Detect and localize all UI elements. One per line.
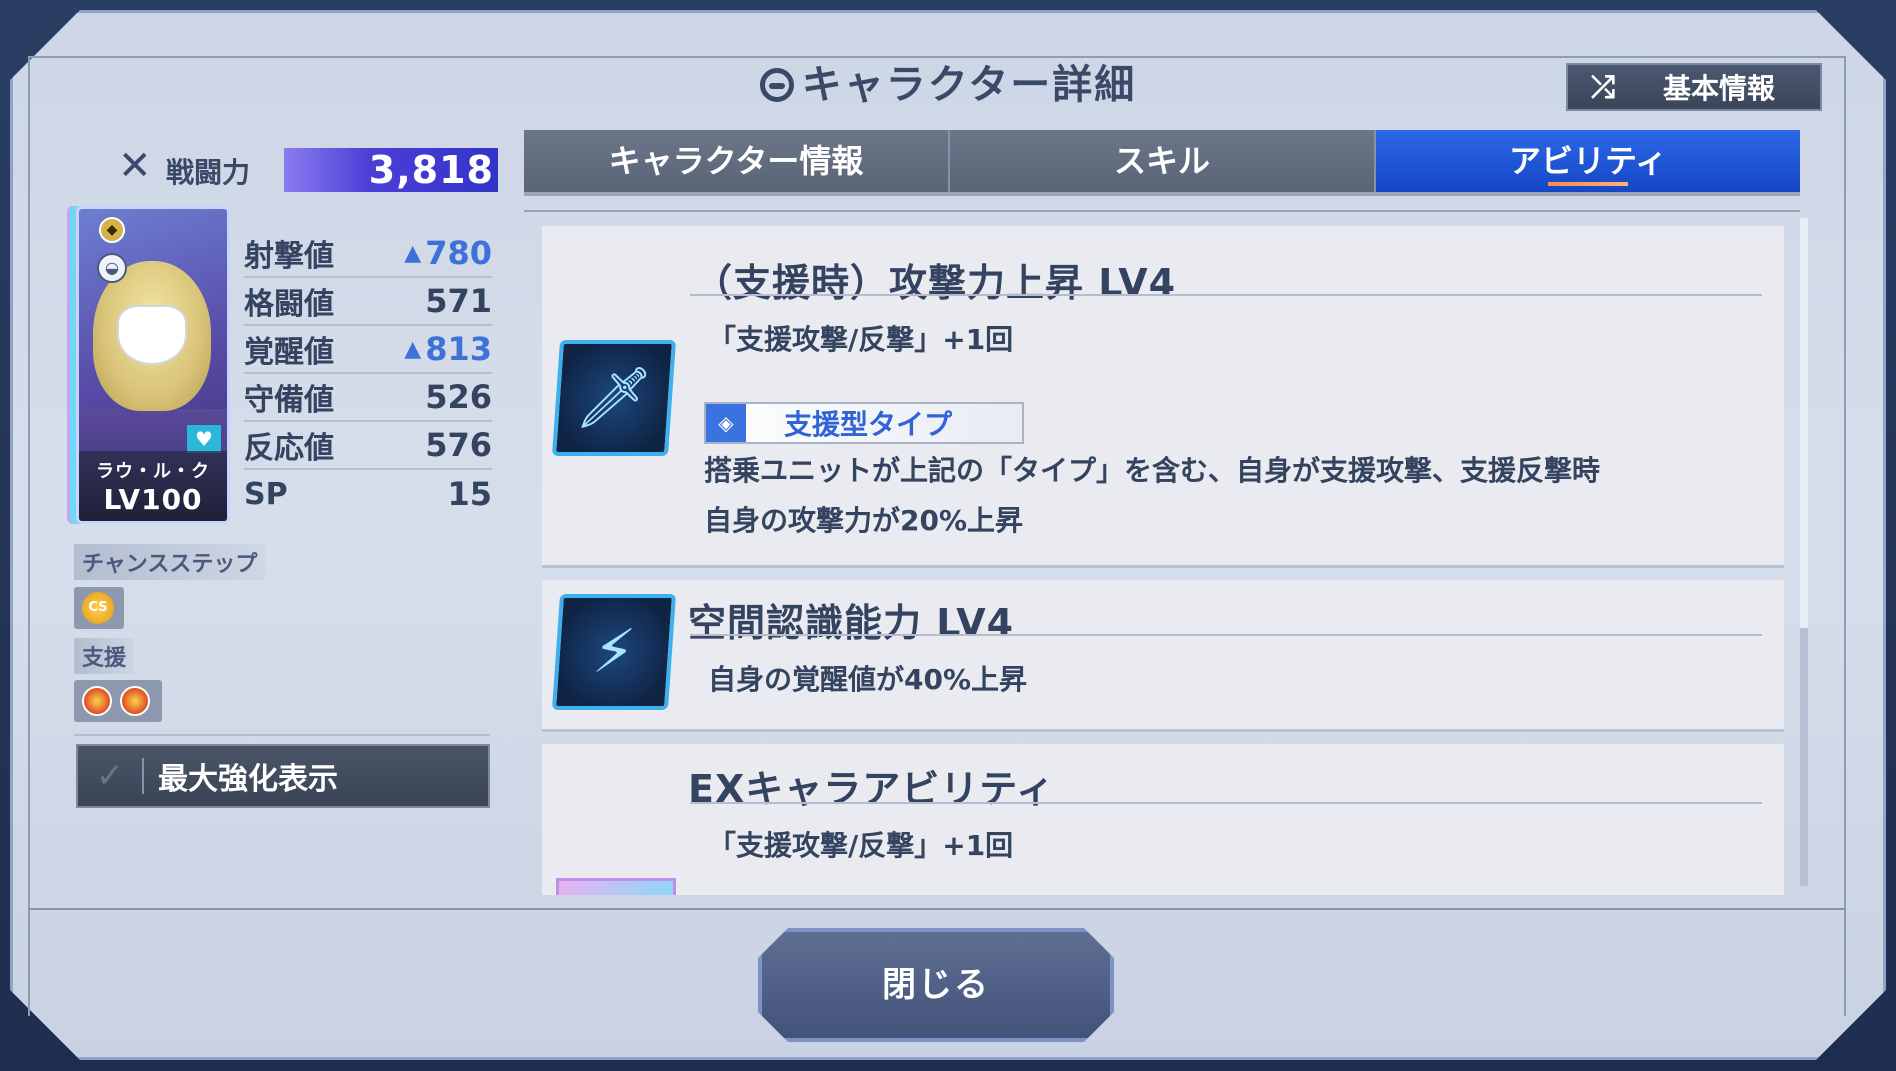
support-label: 支援 xyxy=(74,638,135,674)
tab-skill[interactable]: スキル xyxy=(950,130,1376,192)
sword-icon: 🗡 xyxy=(551,340,677,456)
stat-row-defense: 守備値 526 xyxy=(244,374,492,422)
shuffle-icon: ⤮ xyxy=(1591,69,1615,105)
stat-value: 526 xyxy=(425,378,492,416)
chance-step-label: チャンスステップ xyxy=(74,544,266,580)
boost-arrow-icon: ▲ xyxy=(404,240,422,266)
support-pill-icon xyxy=(120,686,150,716)
combat-power-label: 戦闘力 xyxy=(166,156,251,189)
ability-underline xyxy=(690,802,1762,804)
stat-row-melee: 格闘値 571 xyxy=(244,278,492,326)
boost-arrow-icon: ▲ xyxy=(404,336,422,362)
rarity-badge-icon: ◆ xyxy=(99,217,125,243)
ability-name: EXキャラアビリティ xyxy=(688,767,1055,811)
basic-info-label: 基本情報 xyxy=(1662,72,1775,105)
heart-icon: ♥ xyxy=(187,425,221,453)
stat-name: SP xyxy=(244,476,288,512)
character-name: ラウ・ル・ク xyxy=(96,461,210,482)
space-awareness-icon: ⚡ xyxy=(551,594,677,710)
stats-list: 射撃値 ▲ 780 格闘値 571 覚醒値 ▲ 813 守備値 526 反応値 … xyxy=(244,230,492,518)
ability-list[interactable]: （支援時）攻撃力上昇 LV4 「支援攻撃/反撃」+1回 🗡 ◈ 支援型タイプ 搭… xyxy=(524,210,1800,895)
scrollbar-thumb[interactable] xyxy=(1800,218,1808,628)
max-enhance-toggle[interactable]: ✓ 最大強化表示 xyxy=(76,744,490,808)
tab-bar: キャラクター情報 スキル アビリティ xyxy=(524,130,1800,196)
bottom-divider xyxy=(28,908,1846,910)
ability-card: EXキャラアビリティ 「支援攻撃/反撃」+1回 xyxy=(542,744,1784,895)
stat-value: 780 xyxy=(425,234,492,272)
support-pill-icon xyxy=(82,686,112,716)
support-type-icon: ◈ xyxy=(706,404,746,442)
stat-name: 守備値 xyxy=(244,383,334,418)
type-tag: ◈ 支援型タイプ xyxy=(704,402,1024,444)
crossed-swords-icon: ✕ xyxy=(118,143,152,189)
stat-row-awakening: 覚醒値 ▲ 813 xyxy=(244,326,492,374)
cs-coin-icon: CS xyxy=(82,592,114,624)
ability-underline xyxy=(690,294,1762,296)
divider xyxy=(74,734,490,736)
support-badges[interactable] xyxy=(74,680,162,722)
helmet-icon: ◒ xyxy=(97,253,127,283)
close-button[interactable]: 閉じる xyxy=(758,928,1114,1042)
max-enhance-label: 最大強化表示 xyxy=(158,762,338,797)
ability-underline xyxy=(690,634,1762,636)
ex-character-thumbnail xyxy=(556,878,676,895)
tab-character-info[interactable]: キャラクター情報 xyxy=(524,130,950,192)
ability-detail: 搭乗ユニットが上記の「タイプ」を含む、自身が支援攻撃、支援反撃時 xyxy=(704,454,1601,487)
ability-desc: 自身の覚醒値が40%上昇 xyxy=(708,663,1028,696)
basic-info-button[interactable]: ⤮ 基本情報 xyxy=(1566,63,1822,111)
character-level: LV100 xyxy=(103,483,203,516)
stat-row-sp: SP 15 xyxy=(244,470,492,518)
stat-value: 571 xyxy=(425,282,492,320)
ability-desc: 「支援攻撃/反撃」+1回 xyxy=(708,829,1014,862)
stat-value: 813 xyxy=(425,330,492,368)
page-title-text: キャラクター詳細 xyxy=(801,62,1137,108)
type-tag-label: 支援型タイプ xyxy=(784,408,953,441)
stat-name: 格闘値 xyxy=(244,287,334,322)
ability-card: （支援時）攻撃力上昇 LV4 「支援攻撃/反撃」+1回 🗡 ◈ 支援型タイプ 搭… xyxy=(542,226,1784,568)
stat-name: 射撃値 xyxy=(244,239,334,274)
stat-name: 反応値 xyxy=(244,431,334,466)
portrait-mask xyxy=(117,305,187,365)
cs-badge[interactable]: CS xyxy=(74,587,124,629)
combat-power-value: 3,818 xyxy=(284,148,498,192)
stat-row-shooting: 射撃値 ▲ 780 xyxy=(244,230,492,278)
ability-card: 空間認識能力 LV4 自身の覚醒値が40%上昇 ⚡ xyxy=(542,580,1784,732)
tab-ability[interactable]: アビリティ xyxy=(1376,130,1800,192)
character-portrait[interactable]: ◆ ◒ ♥ ラウ・ル・ク LV100 xyxy=(76,206,230,524)
ability-name: 空間認識能力 LV4 xyxy=(688,601,1015,645)
stat-value: 576 xyxy=(425,426,492,464)
stat-value: 15 xyxy=(447,475,492,513)
ability-desc: 「支援攻撃/反撃」+1回 xyxy=(708,323,1014,356)
ability-detail: 自身の攻撃力が20%上昇 xyxy=(704,504,1024,537)
checkmark-icon: ✓ xyxy=(95,756,125,796)
character-plate: ラウ・ル・ク LV100 xyxy=(79,451,227,521)
stat-name: 覚醒値 xyxy=(244,335,334,370)
stat-row-reaction: 反応値 576 xyxy=(244,422,492,470)
ability-name: （支援時）攻撃力上昇 LV4 xyxy=(694,261,1177,305)
scrollbar[interactable] xyxy=(1800,218,1808,886)
character-icon xyxy=(759,68,794,102)
